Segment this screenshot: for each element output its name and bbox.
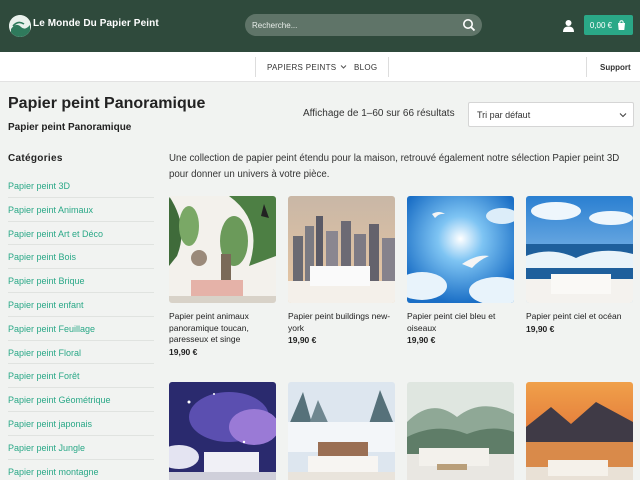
- category-link[interactable]: Papier peint japonais: [8, 412, 154, 436]
- cart-total: 0,00 €: [589, 20, 613, 30]
- page-title: Papier peint Panoramique: [8, 95, 206, 112]
- product-price: 19,90 €: [169, 346, 198, 357]
- product-card[interactable]: Papier peint ciel et océan 19,90 €: [526, 196, 633, 334]
- search-bar: [245, 14, 482, 36]
- product-card[interactable]: [407, 382, 514, 480]
- site-header: Le Monde Du Papier Peint 0,00 €: [0, 0, 640, 52]
- sort-select-value: Tri par défaut: [477, 110, 531, 120]
- sort-select[interactable]: Tri par défaut: [468, 102, 634, 127]
- product-image[interactable]: [526, 382, 633, 480]
- product-card[interactable]: [288, 382, 395, 480]
- category-link[interactable]: Papier peint Floral: [8, 341, 154, 365]
- nav-item-blog[interactable]: BLOG: [354, 63, 377, 72]
- breadcrumb: Papier peint Panoramique: [8, 122, 132, 133]
- nav-divider: [255, 57, 256, 77]
- category-link[interactable]: Papier peint montagne: [8, 460, 154, 480]
- product-price: 19,90 €: [407, 335, 436, 345]
- nav-divider: [388, 57, 389, 77]
- category-link[interactable]: Papier peint Forêt: [8, 364, 154, 389]
- result-count: Affichage de 1–60 sur 66 résultats: [303, 108, 455, 119]
- product-card[interactable]: Papier peint buildings new-york 19,90 €: [288, 196, 395, 345]
- product-name[interactable]: Papier peint animaux panoramique toucan,…: [169, 311, 276, 346]
- category-link[interactable]: Papier peint enfant: [8, 293, 154, 317]
- product-card[interactable]: Papier peint animaux panoramique toucan,…: [169, 196, 276, 357]
- category-link[interactable]: Papier peint Feuillage: [8, 317, 154, 341]
- product-image[interactable]: [169, 382, 276, 480]
- category-link[interactable]: Papier peint Jungle: [8, 436, 154, 460]
- product-image[interactable]: [288, 382, 395, 480]
- user-icon[interactable]: [562, 19, 575, 32]
- product-card[interactable]: [526, 382, 633, 480]
- product-price: 19,90 €: [288, 335, 317, 345]
- chevron-down-icon: [619, 113, 627, 118]
- product-name[interactable]: Papier peint ciel bleu et oiseaux: [407, 311, 514, 334]
- cart-button[interactable]: 0,00 €: [584, 15, 633, 35]
- category-link[interactable]: Papier peint Brique: [8, 269, 154, 293]
- category-link[interactable]: Papier peint 3D: [8, 174, 154, 198]
- product-image[interactable]: [288, 196, 395, 303]
- product-card[interactable]: [169, 382, 276, 480]
- categories-title: Catégories: [8, 153, 63, 164]
- product-image[interactable]: [526, 196, 633, 303]
- search-input[interactable]: [252, 17, 457, 33]
- brand-name[interactable]: Le Monde Du Papier Peint: [33, 18, 159, 29]
- main-navigation: PAPIERS PEINTS BLOG Support: [0, 52, 640, 82]
- nav-item-label: PAPIERS PEINTS: [267, 63, 337, 72]
- category-description: Une collection de papier peint étendu po…: [169, 153, 620, 180]
- category-link[interactable]: Papier peint Géométrique: [8, 388, 154, 412]
- category-list: Papier peint 3D Papier peint Animaux Pap…: [8, 174, 154, 480]
- category-link[interactable]: Papier peint Animaux: [8, 198, 154, 222]
- search-icon[interactable]: [462, 18, 476, 32]
- product-image[interactable]: [169, 196, 276, 303]
- nav-item-papiers-peints[interactable]: PAPIERS PEINTS: [267, 63, 347, 72]
- cart-icon: [618, 19, 626, 30]
- product-image[interactable]: [407, 382, 514, 480]
- category-link[interactable]: Papier peint Bois: [8, 245, 154, 270]
- product-image[interactable]: [407, 196, 514, 303]
- nav-item-support[interactable]: Support: [600, 63, 631, 72]
- product-name[interactable]: Papier peint ciel et océan: [526, 311, 633, 323]
- product-name[interactable]: Papier peint buildings new-york: [288, 311, 395, 334]
- category-link[interactable]: Papier peint Art et Déco: [8, 222, 154, 246]
- chevron-down-icon: [340, 65, 347, 69]
- nav-divider: [586, 57, 587, 77]
- logo-icon[interactable]: [9, 15, 31, 37]
- product-price: 19,90 €: [526, 323, 555, 334]
- product-card[interactable]: Papier peint ciel bleu et oiseaux 19,90 …: [407, 196, 514, 345]
